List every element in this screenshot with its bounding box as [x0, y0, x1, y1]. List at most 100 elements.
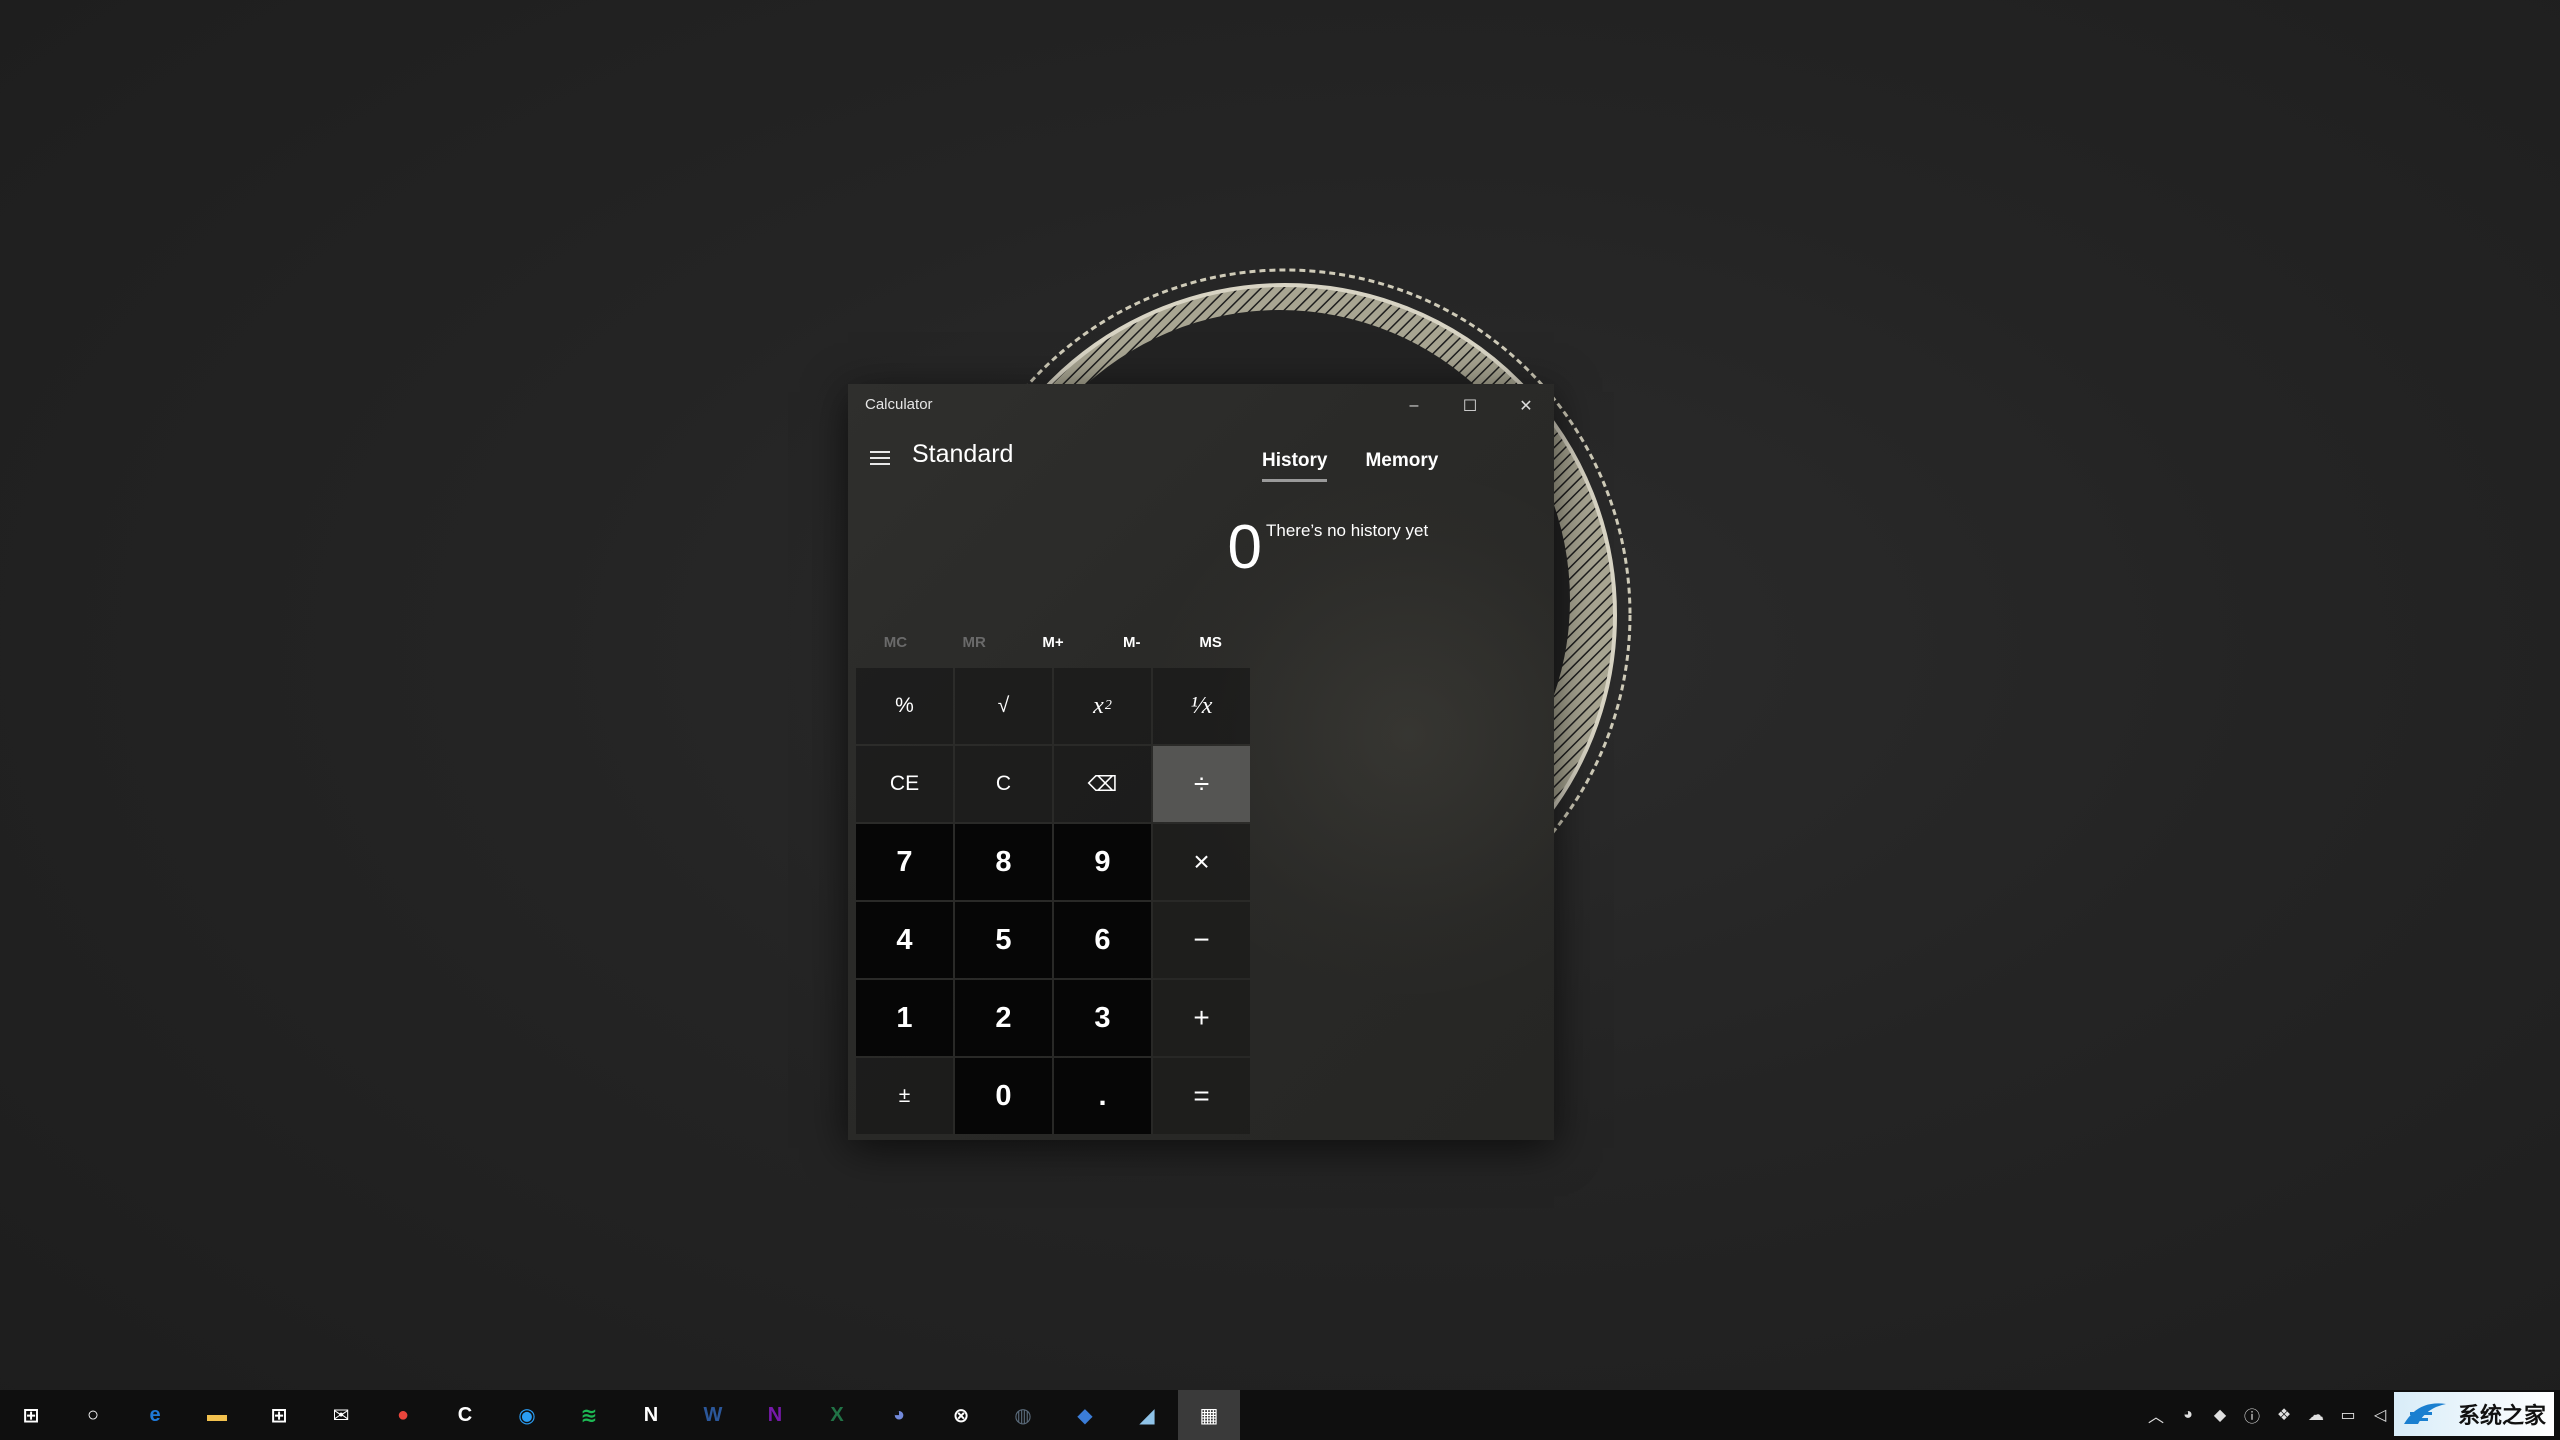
cortana-circle-icon: ○	[86, 1403, 100, 1426]
digit-0-label: 0	[995, 1079, 1012, 1112]
digit-0-button[interactable]: 0	[955, 1058, 1052, 1134]
memory-button-row: MC MR M+ M- MS	[856, 618, 1250, 666]
discord-icon: ◕	[892, 1403, 906, 1426]
taskbar-notion[interactable]: N	[620, 1390, 682, 1440]
memory-button-mplus[interactable]: M+	[1014, 618, 1093, 666]
taskbar-mail[interactable]: ✉	[310, 1390, 372, 1440]
navigation-menu-button[interactable]	[862, 440, 898, 476]
taskbar-app-round[interactable]: ◍	[992, 1390, 1054, 1440]
digit-1-label: 1	[896, 1001, 913, 1034]
taskbar-excel[interactable]: X	[806, 1390, 868, 1440]
close-icon: ✕	[1519, 398, 1533, 415]
square-root-label: √	[997, 694, 1010, 717]
digit-5-label: 5	[995, 923, 1012, 956]
digit-2-label: 2	[995, 1001, 1012, 1034]
dropbox-icon[interactable]: ❖	[2274, 1405, 2294, 1425]
square-button[interactable]: x2	[1054, 668, 1151, 744]
taskbar-discord[interactable]: ◕	[868, 1390, 930, 1440]
discord-tray-icon[interactable]: ◕	[2178, 1405, 2198, 1425]
taskbar-app-pen[interactable]: ◢	[1116, 1390, 1178, 1440]
tab-history[interactable]: History	[1262, 444, 1328, 482]
equals-button[interactable]: =	[1153, 1058, 1250, 1134]
clear-entry-label: CE	[889, 772, 920, 795]
taskbar-chrome[interactable]: ●	[372, 1390, 434, 1440]
digit-2-button[interactable]: 2	[955, 980, 1052, 1056]
n-logo-icon: N	[643, 1403, 659, 1426]
taskbar-app-blue[interactable]: ◆	[1054, 1390, 1116, 1440]
multiply-label: ×	[1193, 846, 1210, 877]
taskbar-browser[interactable]: ◉	[496, 1390, 558, 1440]
reciprocal-button[interactable]: ¹⁄x	[1153, 668, 1250, 744]
calculator-icon: ▦	[1199, 1404, 1219, 1427]
square-label: x	[1093, 692, 1104, 719]
hamburger-icon	[870, 451, 890, 453]
spotify-icon: ≋	[580, 1404, 598, 1427]
clear-entry-button[interactable]: CE	[856, 746, 953, 822]
calculator-window: Calculator – ☐ ✕ Standard History Memory…	[848, 384, 1554, 1140]
title-bar[interactable]: Calculator – ☐ ✕	[848, 384, 1554, 428]
backspace-label: ⌫	[1087, 772, 1118, 796]
memory-button-mminus[interactable]: M-	[1092, 618, 1171, 666]
folder-icon: ▬	[207, 1403, 227, 1426]
taskbar-spotify[interactable]: ≋	[558, 1390, 620, 1440]
digit-6-label: 6	[1094, 923, 1111, 956]
taskbar-ccleaner[interactable]: C	[434, 1390, 496, 1440]
digit-3-label: 3	[1094, 1001, 1111, 1034]
taskbar-word[interactable]: W	[682, 1390, 744, 1440]
minimize-button[interactable]: –	[1386, 384, 1442, 428]
digit-5-button[interactable]: 5	[955, 902, 1052, 978]
history-empty-message: There’s no history yet	[1266, 521, 1429, 540]
chevron-up-icon[interactable]: ︿	[2146, 1405, 2166, 1426]
maximize-button[interactable]: ☐	[1442, 384, 1498, 428]
digit-8-label: 8	[995, 845, 1012, 878]
taskbar-xbox[interactable]: ⊗	[930, 1390, 992, 1440]
windows-logo-icon: ⊞	[22, 1404, 40, 1427]
reciprocal-label: ¹⁄x	[1190, 692, 1213, 719]
cortana-button[interactable]: ○	[62, 1390, 124, 1440]
network-icon[interactable]: ▭	[2338, 1405, 2358, 1425]
clear-button[interactable]: C	[955, 746, 1052, 822]
close-button[interactable]: ✕	[1498, 384, 1554, 428]
divide-button[interactable]: ÷	[1153, 746, 1250, 822]
digit-3-button[interactable]: 3	[1054, 980, 1151, 1056]
subtract-label: −	[1193, 924, 1210, 955]
info-icon[interactable]: ⓘ	[2242, 1405, 2262, 1426]
negate-label: ±	[898, 1084, 911, 1107]
percent-button[interactable]: %	[856, 668, 953, 744]
result-display: 0	[1227, 513, 1262, 582]
taskbar-edge[interactable]: e	[124, 1390, 186, 1440]
xbox-icon: ⊗	[952, 1404, 970, 1427]
backspace-button[interactable]: ⌫	[1054, 746, 1151, 822]
superscript-label: 2	[1104, 698, 1112, 713]
taskbar-file-explorer[interactable]: ▬	[186, 1390, 248, 1440]
memory-button-mr: MR	[962, 633, 986, 651]
digit-7-button[interactable]: 7	[856, 824, 953, 900]
percent-label: %	[895, 694, 914, 717]
digit-1-button[interactable]: 1	[856, 980, 953, 1056]
digit-4-button[interactable]: 4	[856, 902, 953, 978]
digit-9-label: 9	[1094, 845, 1111, 878]
negate-button[interactable]: ±	[856, 1058, 953, 1134]
mode-title: Standard	[912, 440, 1014, 468]
taskbar-onenote[interactable]: N	[744, 1390, 806, 1440]
subtract-button[interactable]: −	[1153, 902, 1250, 978]
memory-button-ms[interactable]: MS	[1171, 618, 1250, 666]
square-root-button[interactable]: √	[955, 668, 1052, 744]
digit-8-button[interactable]: 8	[955, 824, 1052, 900]
start-button[interactable]: ⊞	[0, 1390, 62, 1440]
taskbar: ⊞ ○ e ▬ ⊞ ✉ ● C ◉ ≋ N W N X ◕ ⊗ ◍ ◆ ◢ ▦ ︿ ◕ ◆ ⓘ ❖ ☁ ▭ ◁	[0, 1390, 2560, 1440]
digit-6-button[interactable]: 6	[1054, 902, 1151, 978]
app-tray-icon[interactable]: ◆	[2210, 1405, 2230, 1425]
tab-memory[interactable]: Memory	[1365, 444, 1438, 478]
decimal-label: .	[1098, 1079, 1107, 1112]
digit-9-button[interactable]: 9	[1054, 824, 1151, 900]
taskbar-store[interactable]: ⊞	[248, 1390, 310, 1440]
mail-icon: ✉	[332, 1404, 350, 1427]
multiply-button[interactable]: ×	[1153, 824, 1250, 900]
add-button[interactable]: +	[1153, 980, 1250, 1056]
taskbar-calculator[interactable]: ▦	[1178, 1390, 1240, 1440]
decimal-button[interactable]: .	[1054, 1058, 1151, 1134]
cloud-icon[interactable]: ☁	[2306, 1405, 2326, 1425]
excel-icon: X	[830, 1403, 844, 1426]
volume-icon[interactable]: ◁	[2370, 1405, 2390, 1425]
